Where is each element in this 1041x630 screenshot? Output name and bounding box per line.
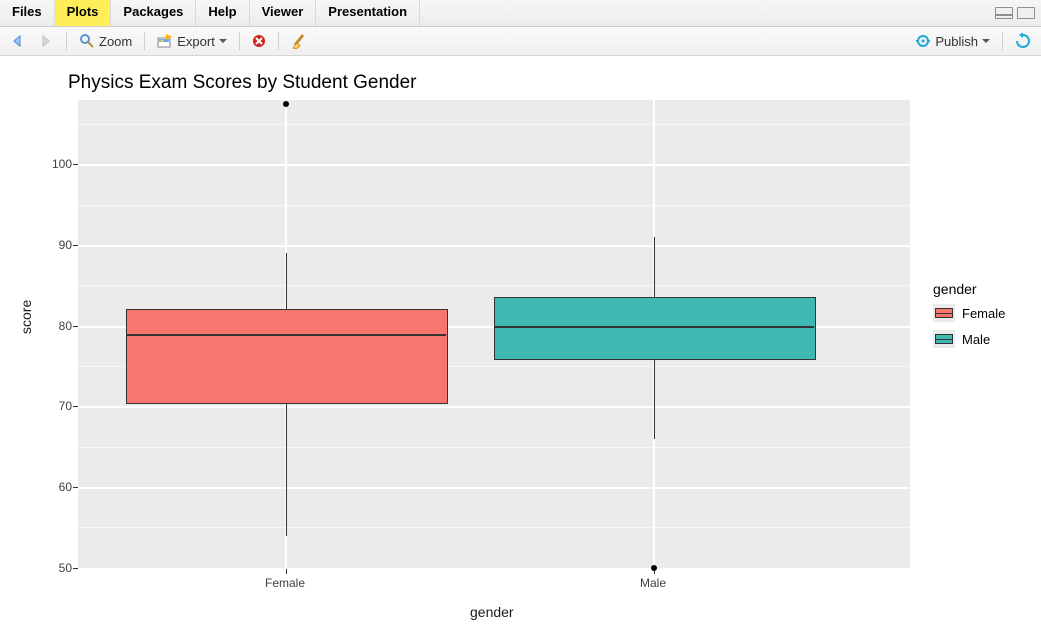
clear-all-button[interactable] bbox=[287, 31, 311, 51]
y-tick-label: 70 bbox=[52, 399, 72, 413]
y-tick-label: 80 bbox=[52, 319, 72, 333]
minimize-pane-icon[interactable] bbox=[995, 7, 1013, 19]
box-whisker bbox=[286, 253, 287, 309]
x-axis-title: gender bbox=[470, 604, 514, 620]
toolbar-separator bbox=[66, 32, 67, 50]
tab-packages[interactable]: Packages bbox=[111, 0, 196, 26]
x-tick-label: Male bbox=[640, 576, 666, 590]
zoom-label: Zoom bbox=[99, 34, 132, 49]
x-tick-label: Female bbox=[265, 576, 305, 590]
y-tick bbox=[73, 568, 78, 569]
maximize-pane-icon[interactable] bbox=[1017, 7, 1035, 19]
export-label: Export bbox=[177, 34, 215, 49]
y-tick-label: 90 bbox=[52, 238, 72, 252]
magnifier-icon bbox=[79, 33, 95, 49]
nav-back-button[interactable] bbox=[6, 31, 30, 51]
publish-label: Publish bbox=[935, 34, 978, 49]
toolbar-separator bbox=[144, 32, 145, 50]
chart-title: Physics Exam Scores by Student Gender bbox=[68, 72, 417, 94]
y-tick-label: 100 bbox=[45, 157, 72, 171]
gridline bbox=[78, 245, 910, 247]
legend-title: gender bbox=[933, 281, 977, 297]
publish-icon bbox=[915, 33, 931, 49]
toolbar-separator bbox=[239, 32, 240, 50]
gridline-minor bbox=[78, 124, 910, 125]
box-whisker bbox=[654, 237, 655, 297]
export-button[interactable]: Export bbox=[153, 31, 231, 51]
outlier-point bbox=[651, 565, 657, 571]
y-tick bbox=[73, 245, 78, 246]
zoom-button[interactable]: Zoom bbox=[75, 31, 136, 51]
chevron-down-icon bbox=[219, 37, 227, 45]
y-tick bbox=[73, 164, 78, 165]
gridline-minor bbox=[78, 527, 910, 528]
refresh-button[interactable] bbox=[1011, 31, 1035, 51]
gridline bbox=[78, 568, 910, 570]
nav-forward-button[interactable] bbox=[34, 31, 58, 51]
chevron-down-icon bbox=[982, 37, 990, 45]
y-tick-label: 60 bbox=[52, 480, 72, 494]
outlier-point bbox=[283, 101, 289, 107]
legend-label: Female bbox=[962, 306, 1005, 321]
arrow-left-icon bbox=[10, 33, 26, 49]
box-median bbox=[126, 334, 446, 336]
remove-icon bbox=[252, 34, 266, 48]
y-tick bbox=[73, 326, 78, 327]
y-tick bbox=[73, 406, 78, 407]
y-tick bbox=[73, 487, 78, 488]
legend-key-male bbox=[933, 330, 955, 348]
boxplot-male bbox=[494, 297, 816, 360]
plot-area: Physics Exam Scores by Student Gender sc… bbox=[0, 56, 1041, 630]
toolbar-separator bbox=[1002, 32, 1003, 50]
gridline-minor bbox=[78, 447, 910, 448]
legend-label: Male bbox=[962, 332, 990, 347]
gridline bbox=[78, 164, 910, 166]
refresh-icon bbox=[1015, 33, 1031, 49]
gridline-minor bbox=[78, 205, 910, 206]
toolbar-separator bbox=[278, 32, 279, 50]
y-tick-label: 50 bbox=[52, 561, 72, 575]
boxplot-female bbox=[126, 309, 448, 404]
box-whisker bbox=[654, 358, 655, 439]
legend-key-female bbox=[933, 304, 955, 322]
remove-plot-button[interactable] bbox=[248, 32, 270, 50]
broom-icon bbox=[291, 33, 307, 49]
x-tick bbox=[286, 569, 287, 574]
gridline bbox=[78, 406, 910, 408]
publish-button[interactable]: Publish bbox=[911, 31, 994, 51]
box-median bbox=[494, 326, 814, 328]
gridline bbox=[78, 487, 910, 489]
tab-files[interactable]: Files bbox=[0, 0, 55, 26]
arrow-right-icon bbox=[38, 33, 54, 49]
box-whisker bbox=[286, 402, 287, 536]
tab-help[interactable]: Help bbox=[196, 0, 249, 26]
tab-plots[interactable]: Plots bbox=[55, 0, 112, 26]
tab-viewer[interactable]: Viewer bbox=[250, 0, 317, 26]
y-axis-title: score bbox=[18, 300, 34, 334]
gridline-minor bbox=[78, 285, 910, 286]
export-icon bbox=[157, 33, 173, 49]
tab-presentation[interactable]: Presentation bbox=[316, 0, 420, 26]
